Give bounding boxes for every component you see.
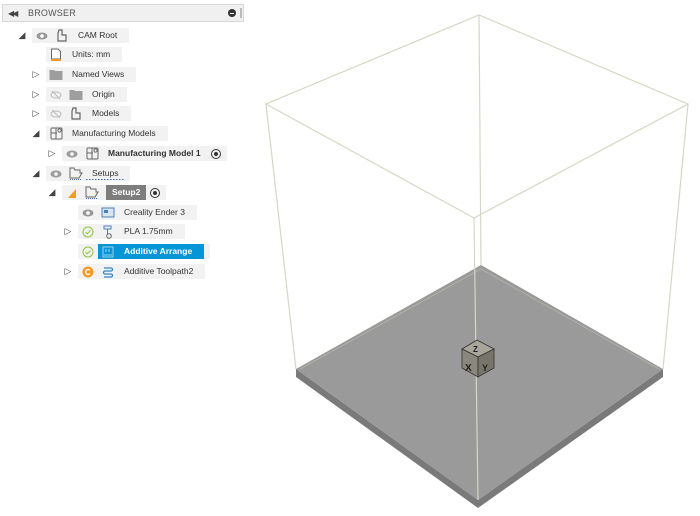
cube-label-y: Y bbox=[482, 363, 488, 373]
tree-item-label: Setup2 bbox=[106, 185, 147, 200]
collapsed-triangle-icon[interactable]: ▷ bbox=[62, 266, 74, 278]
expanded-triangle-icon[interactable]: ◢ bbox=[46, 187, 58, 199]
build-plate[interactable] bbox=[296, 265, 663, 500]
activate-radio-icon[interactable] bbox=[210, 148, 221, 159]
eye-hidden-icon[interactable] bbox=[49, 107, 63, 121]
machine-icon bbox=[101, 206, 115, 220]
eye-icon[interactable] bbox=[65, 147, 79, 161]
tree-item-label: Manufacturing Model 1 bbox=[108, 148, 201, 158]
tree-item-label: Named Views bbox=[72, 69, 125, 79]
tree-item-label: CAM Root bbox=[78, 30, 118, 40]
manufacturing-model-icon bbox=[49, 127, 63, 141]
tree-item-label: Units: mm bbox=[72, 49, 111, 59]
check-circle-icon bbox=[81, 225, 95, 239]
folder-icon bbox=[69, 88, 83, 102]
tree-item-origin[interactable]: ▷ Origin bbox=[30, 87, 127, 102]
pending-refresh-icon bbox=[81, 265, 95, 279]
setup-icon bbox=[85, 186, 99, 200]
build-volume-edge bbox=[265, 103, 297, 370]
browser-panel-header: ◀◀ BROWSER bbox=[2, 4, 244, 22]
expanded-triangle-icon[interactable]: ◢ bbox=[30, 168, 42, 180]
tree-item-manufacturing-model-1[interactable]: ▷ Manufacturing Model 1 bbox=[46, 146, 227, 161]
toolpath-icon bbox=[101, 265, 115, 279]
tree-item-setup2[interactable]: ◢ Setup2 bbox=[46, 185, 167, 200]
activate-radio-icon[interactable] bbox=[150, 187, 161, 198]
component-icon bbox=[69, 107, 83, 121]
tree-item-label: PLA 1.75mm bbox=[124, 226, 173, 236]
expanded-triangle-icon[interactable]: ◢ bbox=[30, 128, 42, 140]
tree-item-machine[interactable]: Creality Ender 3 bbox=[78, 205, 197, 220]
double-chevron-left-icon[interactable]: ◀◀ bbox=[8, 9, 22, 18]
arrange-icon bbox=[101, 245, 115, 259]
minimize-icon[interactable] bbox=[228, 9, 236, 17]
build-volume-edge bbox=[478, 14, 482, 266]
eye-icon[interactable] bbox=[81, 206, 95, 220]
check-circle-icon bbox=[81, 245, 95, 259]
print-setting-icon bbox=[101, 225, 115, 239]
build-volume-top bbox=[264, 14, 690, 219]
expanded-triangle-icon[interactable]: ◢ bbox=[16, 30, 28, 42]
document-icon bbox=[49, 48, 63, 62]
tree-item-manufacturing-models[interactable]: ◢ Manufacturing Models bbox=[30, 126, 168, 141]
eye-hidden-icon[interactable] bbox=[49, 88, 63, 102]
tree-item-named-views[interactable]: ▷ Named Views bbox=[30, 67, 137, 82]
tree-item-additive-toolpath2[interactable]: ▷ Additive Toolpath2 bbox=[62, 264, 206, 279]
manufacturing-model-icon bbox=[85, 147, 99, 161]
eye-icon[interactable] bbox=[35, 29, 49, 43]
tree-item-label: Additive Toolpath2 bbox=[124, 266, 194, 276]
tree-item-units[interactable]: Units: mm bbox=[46, 47, 123, 62]
tree-item-cam-root[interactable]: ◢ CAM Root bbox=[16, 28, 130, 43]
browser-title: BROWSER bbox=[28, 8, 76, 18]
tree-item-setups[interactable]: ◢ Setups bbox=[30, 166, 131, 181]
tree-item-label: Manufacturing Models bbox=[72, 128, 156, 138]
collapsed-triangle-icon[interactable]: ▷ bbox=[62, 226, 74, 238]
resize-grip[interactable] bbox=[240, 8, 242, 18]
warning-triangle-icon bbox=[65, 186, 79, 200]
collapsed-triangle-icon[interactable]: ▷ bbox=[46, 148, 58, 160]
collapsed-triangle-icon[interactable]: ▷ bbox=[30, 89, 42, 101]
build-volume-edge bbox=[662, 103, 689, 370]
folder-icon bbox=[49, 68, 63, 82]
tree-item-print-setting[interactable]: ▷ PLA 1.75mm bbox=[62, 224, 185, 239]
eye-icon[interactable] bbox=[49, 167, 63, 181]
canvas-viewport[interactable]: Z X Y bbox=[250, 0, 700, 516]
tree-item-label: Creality Ender 3 bbox=[124, 207, 185, 217]
collapsed-triangle-icon[interactable]: ▷ bbox=[30, 69, 42, 81]
collapsed-triangle-icon[interactable]: ▷ bbox=[30, 108, 42, 120]
cube-label-x: X bbox=[465, 363, 472, 374]
tree-item-additive-arrange[interactable]: Additive Arrange bbox=[78, 244, 211, 259]
setups-icon bbox=[69, 167, 83, 181]
cube-label-z: Z bbox=[473, 345, 478, 354]
tree-item-label: Models bbox=[92, 108, 120, 118]
tree-item-models[interactable]: ▷ Models bbox=[30, 106, 132, 121]
tree-item-label: Additive Arrange bbox=[118, 244, 205, 259]
component-icon bbox=[55, 29, 69, 43]
tree-item-label: Setups bbox=[86, 166, 125, 181]
tree-item-label: Origin bbox=[92, 89, 115, 99]
